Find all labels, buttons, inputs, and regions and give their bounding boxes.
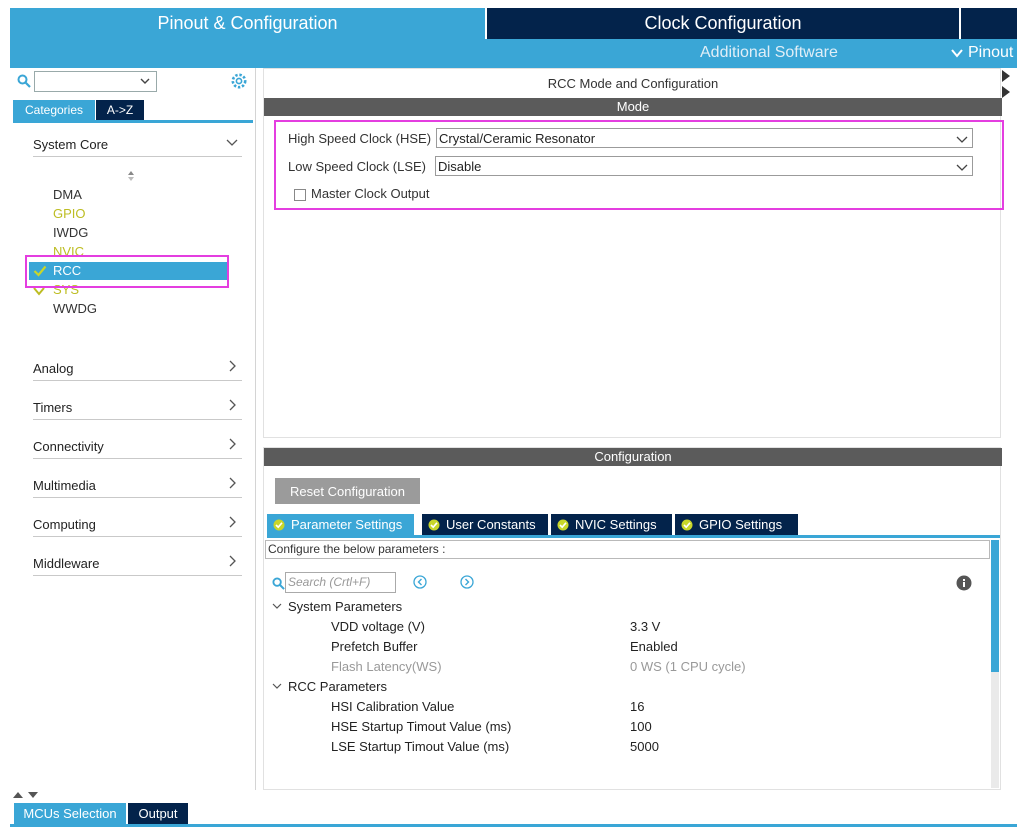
check-circle-icon xyxy=(681,519,693,530)
tab-label: MCUs Selection xyxy=(23,806,117,821)
param-lse-startup-value[interactable]: 5000 xyxy=(630,739,659,754)
param-hsi-calibration-value[interactable]: 16 xyxy=(630,699,644,714)
peripheral-wwdg[interactable]: WWDG xyxy=(53,301,97,316)
chevron-down-icon xyxy=(226,139,238,146)
sub-toolbar: Additional Software Pinout xyxy=(10,39,1017,68)
tab-underline xyxy=(267,535,1000,538)
section-label: Analog xyxy=(33,361,74,376)
tab-categories[interactable]: Categories xyxy=(13,100,95,120)
vertical-scrollbar[interactable] xyxy=(991,540,999,788)
param-vdd-value[interactable]: 3.3 V xyxy=(630,619,660,634)
bottom-underline xyxy=(10,824,1017,827)
search-icon xyxy=(17,74,31,88)
tab-pinout-configuration[interactable]: Pinout & Configuration xyxy=(10,8,485,39)
scroll-arrows-icon[interactable] xyxy=(1001,68,1011,108)
param-vdd-label[interactable]: VDD voltage (V) xyxy=(331,619,425,634)
reset-configuration-button[interactable]: Reset Configuration xyxy=(275,478,420,504)
section-analog[interactable]: Analog xyxy=(33,358,242,381)
highlight-box-rcc xyxy=(25,255,229,288)
section-system-core[interactable]: System Core xyxy=(33,134,242,157)
param-prefetch-value[interactable]: Enabled xyxy=(630,639,678,654)
check-circle-icon xyxy=(273,519,285,530)
peripheral-gpio[interactable]: GPIO xyxy=(53,206,86,221)
section-label: Timers xyxy=(33,400,73,415)
tab-label: Output xyxy=(138,806,178,821)
collapse-arrows-icon[interactable] xyxy=(12,790,42,800)
param-hse-startup-label[interactable]: HSE Startup Timout Value (ms) xyxy=(331,719,511,734)
param-hsi-calibration-label[interactable]: HSI Calibration Value xyxy=(331,699,454,714)
panel-title: RCC Mode and Configuration xyxy=(547,76,719,91)
tab-clock-configuration[interactable]: Clock Configuration xyxy=(487,8,959,39)
chevron-down-icon xyxy=(272,603,282,609)
tab-more[interactable] xyxy=(961,8,1017,39)
chevron-right-icon xyxy=(229,360,236,372)
group-label: System Parameters xyxy=(288,599,403,614)
chevron-right-icon xyxy=(229,438,236,450)
tab-gpio-settings[interactable]: GPIO Settings xyxy=(675,514,798,535)
parameter-search-input[interactable]: Search (Crtl+F) xyxy=(285,572,396,593)
peripheral-iwdg[interactable]: IWDG xyxy=(53,225,88,240)
param-prefetch-label[interactable]: Prefetch Buffer xyxy=(331,639,417,654)
chevron-down-icon xyxy=(951,49,963,58)
section-connectivity[interactable]: Connectivity xyxy=(33,436,242,459)
tab-mcus-selection[interactable]: MCUs Selection xyxy=(14,803,126,824)
next-icon[interactable] xyxy=(460,575,474,589)
section-timers[interactable]: Timers xyxy=(33,397,242,420)
chevron-down-icon xyxy=(272,683,282,689)
sort-icon[interactable] xyxy=(127,170,135,182)
tab-pinout-label: Pinout & Configuration xyxy=(157,13,338,33)
chevron-down-icon xyxy=(140,78,150,84)
configuration-header: Configuration xyxy=(264,448,1002,466)
highlight-box-mode xyxy=(274,120,1004,210)
tab-label: User Constants xyxy=(446,517,536,532)
group-rcc-parameters[interactable]: RCC Parameters xyxy=(272,679,387,694)
tab-categories-label: Categories xyxy=(24,103,84,117)
section-label: Multimedia xyxy=(33,478,96,493)
tab-underline xyxy=(13,120,253,123)
section-middleware[interactable]: Middleware xyxy=(33,553,242,576)
tab-user-constants[interactable]: User Constants xyxy=(422,514,548,535)
section-computing[interactable]: Computing xyxy=(33,514,242,537)
pinout-view-label: Pinout xyxy=(968,44,1014,61)
info-icon[interactable] xyxy=(956,575,972,591)
section-multimedia[interactable]: Multimedia xyxy=(33,475,242,498)
search-icon xyxy=(272,577,285,590)
configuration-panel: Configuration Reset Configuration Parame… xyxy=(263,447,1002,790)
mode-header: Mode xyxy=(264,98,1002,116)
pinout-view-dropdown[interactable]: Pinout xyxy=(950,44,1013,62)
tab-clock-label: Clock Configuration xyxy=(644,13,802,33)
tab-nvic-settings[interactable]: NVIC Settings xyxy=(551,514,672,535)
group-system-parameters[interactable]: System Parameters xyxy=(272,599,402,614)
additional-software-button[interactable]: Additional Software xyxy=(700,44,838,62)
section-label: System Core xyxy=(33,137,109,152)
tab-a-to-z-label: A->Z xyxy=(106,103,134,117)
configure-hint: Configure the below parameters : xyxy=(265,540,990,559)
scrollbar-thumb[interactable] xyxy=(991,540,999,672)
tab-output[interactable]: Output xyxy=(128,803,188,824)
previous-icon[interactable] xyxy=(413,575,427,589)
param-flash-latency-label: Flash Latency(WS) xyxy=(331,659,442,674)
gear-icon[interactable] xyxy=(230,72,248,90)
param-lse-startup-label[interactable]: LSE Startup Timout Value (ms) xyxy=(331,739,509,754)
param-hse-startup-value[interactable]: 100 xyxy=(630,719,652,734)
check-circle-icon xyxy=(428,519,440,530)
left-sidebar: Categories A->Z System Core DMA GPIO IWD… xyxy=(10,68,256,790)
check-circle-icon xyxy=(557,519,569,530)
group-label: RCC Parameters xyxy=(288,679,387,694)
chevron-right-icon xyxy=(229,477,236,489)
param-flash-latency-value: 0 WS (1 CPU cycle) xyxy=(630,659,746,674)
chevron-right-icon xyxy=(229,399,236,411)
peripheral-dma[interactable]: DMA xyxy=(53,187,82,202)
section-label: Computing xyxy=(33,517,96,532)
search-input[interactable] xyxy=(34,71,157,92)
tab-parameter-settings[interactable]: Parameter Settings xyxy=(267,514,414,535)
tab-a-to-z[interactable]: A->Z xyxy=(96,100,144,120)
chevron-right-icon xyxy=(229,516,236,528)
tab-label: Parameter Settings xyxy=(291,517,403,532)
tab-label: GPIO Settings xyxy=(699,517,783,532)
tab-label: NVIC Settings xyxy=(575,517,657,532)
section-label: Connectivity xyxy=(33,439,104,454)
section-label: Middleware xyxy=(33,556,100,571)
chevron-right-icon xyxy=(229,555,236,567)
